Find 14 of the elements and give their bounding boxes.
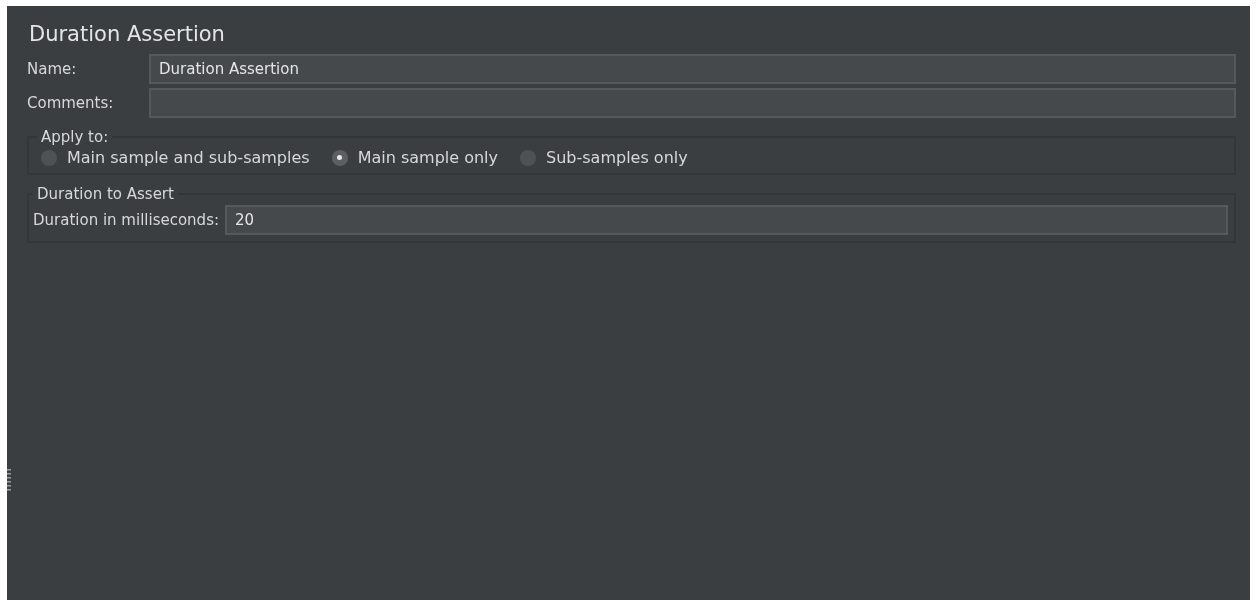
duration-field[interactable]: 20 xyxy=(225,205,1228,235)
group-legend: Apply to: xyxy=(37,128,113,146)
comments-field[interactable] xyxy=(149,88,1236,118)
duration-label: Duration in milliseconds: xyxy=(33,211,219,229)
radio-option[interactable]: Main sample only xyxy=(331,148,499,167)
radio-button[interactable] xyxy=(331,149,348,166)
radio-option[interactable]: Main sample and sub-samples xyxy=(41,148,310,167)
splitter-grip-icon[interactable] xyxy=(7,468,11,492)
group-legend: Duration to Assert xyxy=(33,185,178,203)
name-label: Name: xyxy=(27,60,78,78)
radio-option[interactable]: Sub-samples only xyxy=(520,148,688,167)
name-field[interactable]: Duration Assertion xyxy=(149,54,1236,84)
comments-label: Comments: xyxy=(27,94,115,112)
panel-title: Duration Assertion xyxy=(28,21,226,48)
